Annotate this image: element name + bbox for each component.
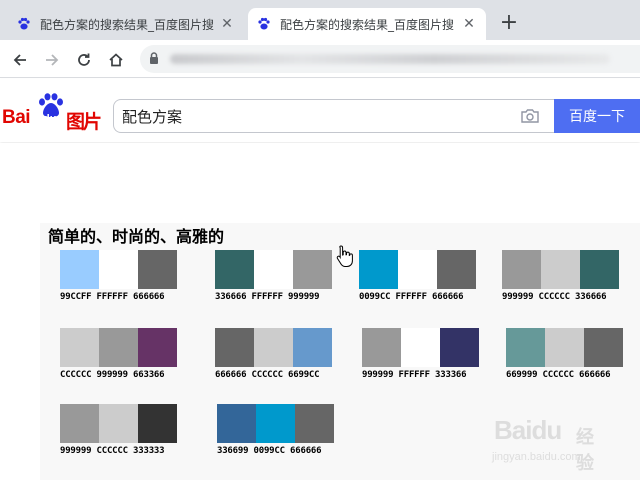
color-swatch: [362, 328, 401, 367]
content-area: 简单的、时尚的、高雅的 99CCFF FFFFFF 666666 336666 …: [0, 143, 640, 480]
color-swatch: [584, 328, 623, 367]
color-swatch: [293, 328, 332, 367]
palette-codes: 99CCFF FFFFFF 666666: [60, 292, 165, 302]
reload-icon: [78, 53, 90, 66]
tab-title: 配色方案的搜索结果_百度图片搜: [40, 17, 215, 32]
lock-icon: [150, 52, 158, 64]
palette-codes: 0099CC FFFFFF 666666: [359, 292, 464, 302]
color-swatch: [99, 328, 138, 367]
color-swatch: [293, 250, 332, 289]
palette-codes: 999999 FFFFFF 333366: [362, 370, 467, 380]
address-bar[interactable]: [140, 45, 640, 73]
close-tab-icon[interactable]: ✕: [460, 16, 478, 32]
close-tab-icon[interactable]: ✕: [218, 16, 236, 32]
color-swatch: [138, 250, 177, 289]
color-swatch: [99, 404, 138, 443]
color-swatch: [215, 328, 254, 367]
palette-codes: CCCCCC 999999 663366: [60, 370, 165, 380]
palette-codes: 999999 CCCCCC 336666: [502, 292, 607, 302]
search-box: [113, 99, 554, 133]
browser-tab-2[interactable]: 配色方案的搜索结果_百度图片搜 ✕: [248, 8, 486, 40]
color-swatch: [138, 404, 177, 443]
color-swatch: [401, 328, 440, 367]
forward-button[interactable]: [40, 48, 64, 72]
baidu-jingyan-watermark: Baidu 经验 jingyan.baidu.com: [488, 411, 608, 474]
color-swatch: [295, 404, 334, 443]
watermark-brand: Baidu: [494, 415, 562, 445]
color-swatch: [256, 404, 295, 443]
hand-cursor-icon: [336, 245, 353, 267]
color-swatch: [545, 328, 584, 367]
palette-codes: 336699 0099CC 666666: [217, 446, 322, 456]
camera-icon[interactable]: [520, 108, 540, 124]
palette-codes: 336666 FFFFFF 999999: [215, 292, 320, 302]
color-swatch: [541, 250, 580, 289]
color-swatch: [217, 404, 256, 443]
search-input[interactable]: [122, 104, 512, 128]
home-button[interactable]: [104, 48, 128, 72]
baidu-paw-icon: [256, 16, 272, 32]
color-swatch: [138, 328, 177, 367]
color-swatch: [440, 328, 479, 367]
image-heading: 简单的、时尚的、高雅的: [48, 227, 225, 246]
logo-text-bai: Bai: [2, 107, 31, 128]
home-icon: [109, 53, 123, 67]
browser-tab-1[interactable]: 配色方案的搜索结果_百度图片搜 ✕: [8, 8, 244, 40]
blurred-url: [170, 54, 610, 64]
logo-text-tupian: 图片: [66, 111, 102, 133]
browser-tab-strip: 配色方案的搜索结果_百度图片搜 ✕ 配色方案的搜索结果_百度图片搜 ✕ +: [0, 0, 640, 40]
color-swatch: [60, 250, 99, 289]
palette-codes: 999999 CCCCCC 333333: [60, 446, 165, 456]
arrow-left-icon: [13, 54, 26, 66]
logo-text-du: du: [43, 113, 57, 125]
site-header: Bai du 图片 百度一下: [0, 79, 640, 142]
color-swatch: [437, 250, 476, 289]
baidu-paw-icon: [16, 16, 32, 32]
search-button[interactable]: 百度一下: [554, 99, 640, 133]
watermark-url: jingyan.baidu.com: [492, 451, 581, 463]
new-tab-button[interactable]: +: [496, 10, 522, 36]
browser-toolbar: [0, 40, 640, 78]
color-swatch: [254, 250, 293, 289]
watermark-suffix: 经验: [576, 427, 594, 474]
tab-title: 配色方案的搜索结果_百度图片搜: [280, 17, 455, 32]
color-swatch: [60, 328, 99, 367]
color-swatch: [398, 250, 437, 289]
color-swatch: [215, 250, 254, 289]
baidu-image-logo[interactable]: Bai du 图片: [2, 93, 106, 133]
arrow-right-icon: [46, 54, 59, 66]
color-swatch: [254, 328, 293, 367]
color-swatch: [359, 250, 398, 289]
color-swatch: [580, 250, 619, 289]
palette-codes: 669999 CCCCCC 666666: [506, 370, 611, 380]
color-swatch: [502, 250, 541, 289]
reload-button[interactable]: [72, 48, 96, 72]
color-swatch: [506, 328, 545, 367]
color-swatch: [60, 404, 99, 443]
color-swatch: [99, 250, 138, 289]
palette-codes: 666666 CCCCCC 6699CC: [215, 370, 320, 380]
back-button[interactable]: [8, 48, 32, 72]
